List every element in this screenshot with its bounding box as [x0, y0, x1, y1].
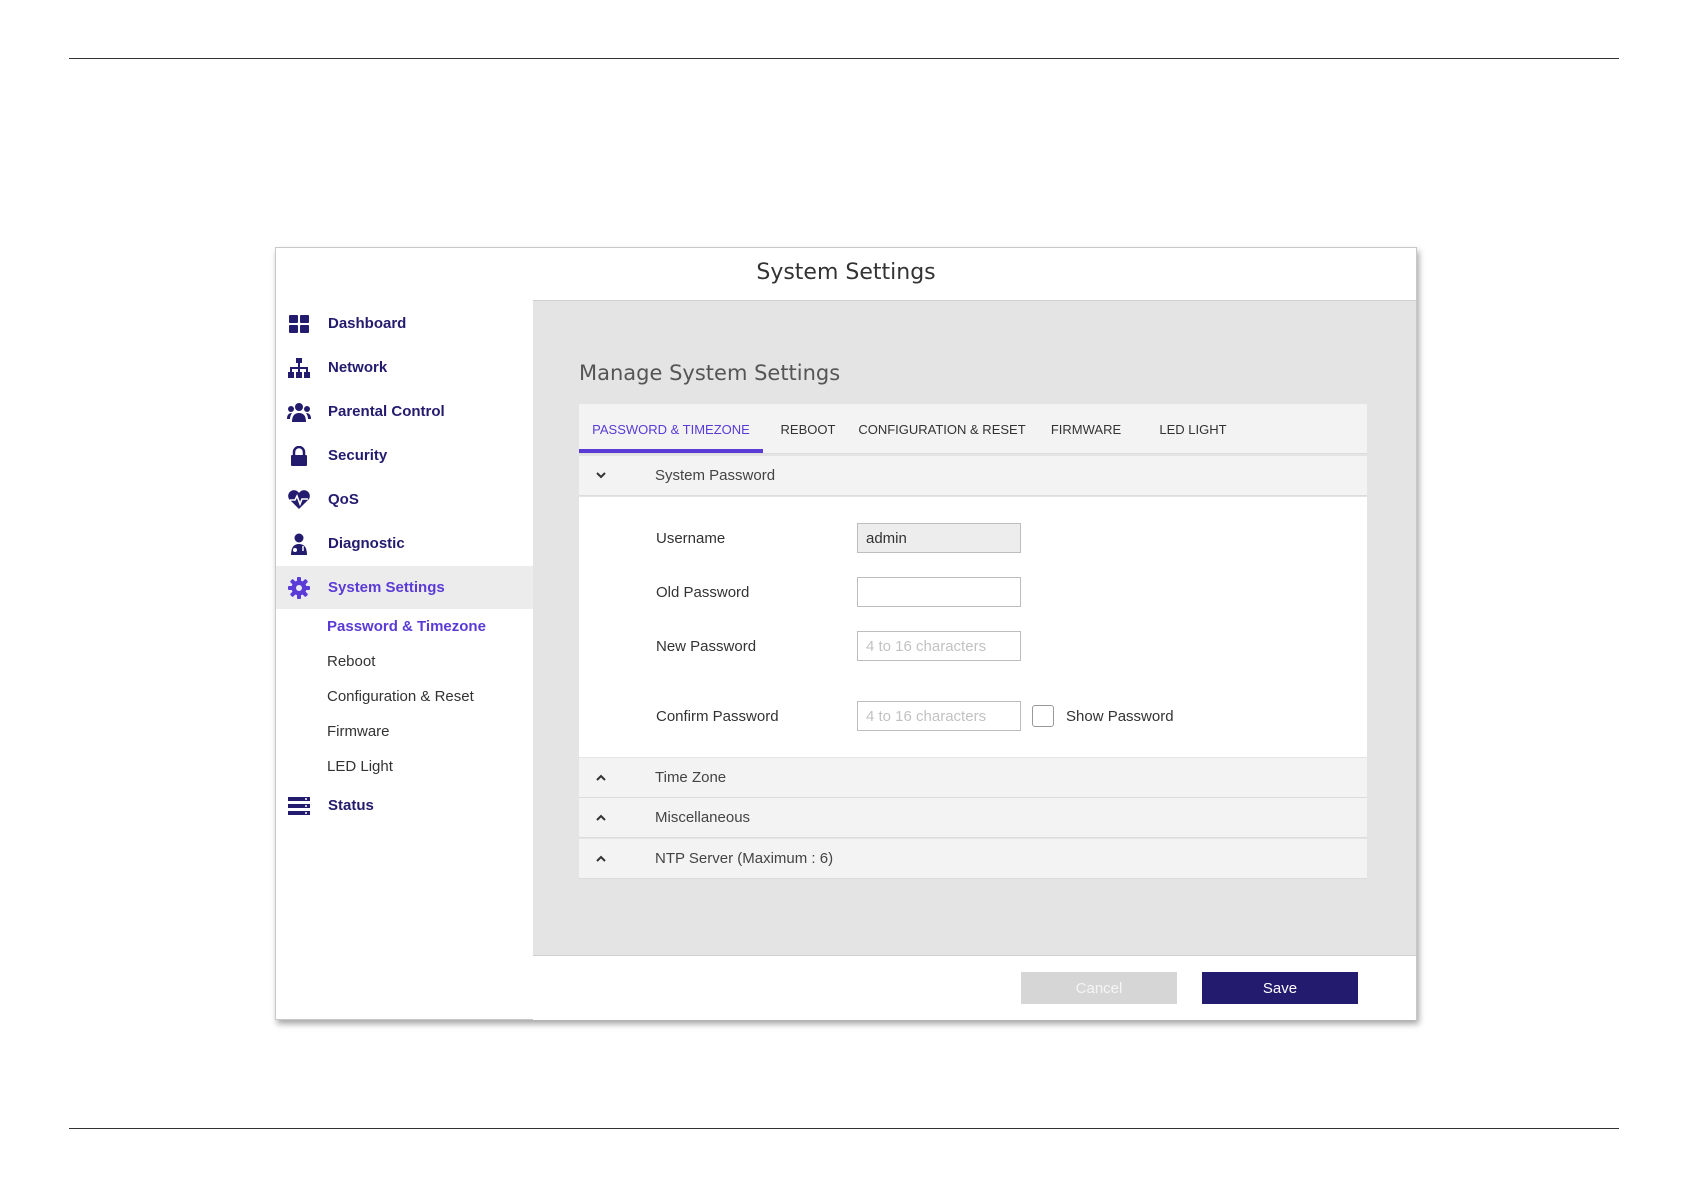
accordion-time-zone[interactable]: Time Zone [579, 758, 1367, 798]
accordion-label: Miscellaneous [655, 809, 751, 826]
chevron-up-icon [596, 812, 608, 824]
show-password-label: Show Password [1066, 707, 1174, 725]
tab-firmware[interactable]: FIRMWARE [1031, 404, 1141, 453]
sidebar-item-diagnostic[interactable]: Diagnostic [276, 522, 533, 565]
chevron-down-icon [596, 470, 608, 482]
sidebar-item-network[interactable]: Network [276, 346, 533, 389]
new-password-field[interactable] [857, 631, 1021, 661]
sidebar-item-dashboard[interactable]: Dashboard [276, 302, 533, 345]
sidebar: Dashboard Network Parental Control Secur… [276, 300, 533, 1019]
sidebar-item-label: System Settings [328, 579, 445, 596]
sidebar-subitem-password-timezone[interactable]: Password & Timezone [327, 618, 486, 635]
confirm-password-label: Confirm Password [656, 707, 779, 725]
bottom-divider [69, 1128, 1619, 1129]
sidebar-item-system-settings[interactable]: System Settings [276, 566, 533, 609]
sidebar-item-qos[interactable]: QoS [276, 478, 533, 521]
old-password-row: Old Password [656, 575, 1356, 609]
tab-password-timezone[interactable]: PASSWORD & TIMEZONE [579, 404, 763, 453]
sidebar-item-label: Dashboard [328, 315, 407, 332]
new-password-label: New Password [656, 637, 757, 655]
gear-icon [287, 576, 311, 600]
tab-configuration-reset[interactable]: CONFIGURATION & RESET [853, 404, 1031, 453]
sidebar-item-label: Status [328, 797, 374, 814]
server-list-icon [287, 794, 311, 818]
sidebar-item-label: Security [328, 447, 388, 464]
confirm-password-field[interactable] [857, 701, 1021, 731]
username-row: Username [656, 521, 1356, 555]
action-footer: Cancel Save [533, 955, 1416, 1020]
old-password-label: Old Password [656, 583, 750, 601]
lock-icon [287, 444, 311, 468]
users-group-icon [287, 400, 311, 424]
new-password-row: New Password [656, 629, 1356, 663]
sidebar-item-security[interactable]: Security [276, 434, 533, 477]
save-button[interactable]: Save [1202, 972, 1358, 1004]
heartbeat-icon [287, 488, 311, 512]
sidebar-subitem-led-light[interactable]: LED Light [327, 758, 393, 775]
network-tree-icon [287, 356, 311, 380]
window-title: System Settings [756, 260, 936, 285]
tab-bar: PASSWORD & TIMEZONE REBOOT CONFIGURATION… [579, 404, 1367, 454]
top-divider [69, 58, 1619, 59]
old-password-field[interactable] [857, 577, 1021, 607]
tab-reboot[interactable]: REBOOT [763, 404, 853, 453]
username-field[interactable] [857, 523, 1021, 553]
confirm-password-row: Confirm Password Show Password [656, 699, 1356, 733]
doctor-icon [287, 532, 311, 556]
sidebar-item-label: Diagnostic [328, 535, 405, 552]
accordion-system-password[interactable]: System Password [579, 456, 1367, 496]
system-password-panel: Username Old Password New Password Confi… [579, 497, 1367, 757]
dashboard-grid-icon [287, 312, 311, 336]
username-label: Username [656, 529, 726, 547]
accordion-miscellaneous[interactable]: Miscellaneous [579, 798, 1367, 838]
accordion-label: NTP Server (Maximum : 6) [655, 850, 834, 867]
sidebar-subitem-configuration-reset[interactable]: Configuration & Reset [327, 688, 474, 705]
sidebar-subitem-reboot[interactable]: Reboot [327, 653, 375, 670]
tab-led-light[interactable]: LED LIGHT [1141, 404, 1245, 453]
sidebar-item-label: QoS [328, 491, 359, 508]
accordion-label: Time Zone [655, 769, 727, 786]
cancel-button[interactable]: Cancel [1021, 972, 1177, 1004]
sidebar-item-status[interactable]: Status [276, 784, 533, 827]
main-content: Manage System Settings PASSWORD & TIMEZO… [533, 300, 1416, 956]
accordion-label: System Password [655, 467, 776, 484]
page-title: Manage System Settings [579, 361, 841, 385]
accordion-ntp-server[interactable]: NTP Server (Maximum : 6) [579, 839, 1367, 879]
chevron-up-icon [596, 853, 608, 865]
chevron-up-icon [596, 772, 608, 784]
show-password-checkbox[interactable] [1032, 705, 1054, 727]
sidebar-item-label: Parental Control [328, 403, 445, 420]
sidebar-item-parental-control[interactable]: Parental Control [276, 390, 533, 433]
system-settings-window: System Settings Dashboard Network Parent… [275, 247, 1417, 1020]
sidebar-item-label: Network [328, 359, 388, 376]
sidebar-subitem-firmware[interactable]: Firmware [327, 723, 390, 740]
